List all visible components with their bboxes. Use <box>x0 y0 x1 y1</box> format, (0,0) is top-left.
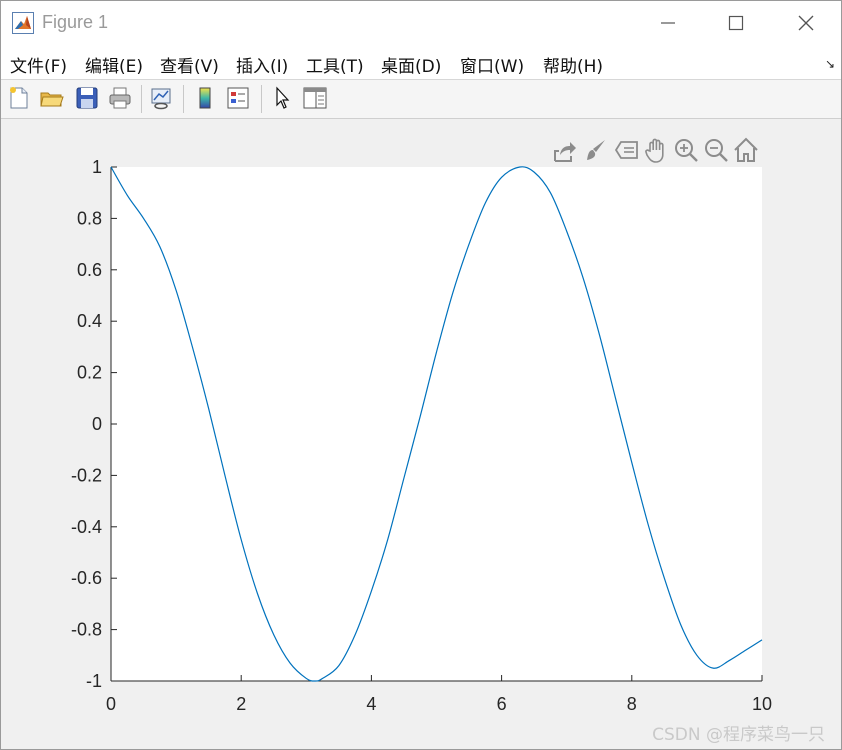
y-tick-label: -0.2 <box>71 465 102 485</box>
x-tick-label: 0 <box>106 694 116 714</box>
y-tick-label: 0.2 <box>77 363 102 383</box>
line-chart: 0 2 4 6 8 10 1 0.8 0.6 0.4 0.2 0 -0.2 -0.4 -0.6 -0.8 -1 <box>71 157 772 714</box>
y-tick-label: 0.4 <box>77 311 102 331</box>
y-tick-label: -1 <box>86 671 102 691</box>
plot-area <box>111 167 762 681</box>
x-tick-label: 8 <box>627 694 637 714</box>
y-tick-label: 1 <box>92 157 102 177</box>
x-tick-label: 2 <box>236 694 246 714</box>
y-tick-label: 0 <box>92 414 102 434</box>
y-tick-label: -0.6 <box>71 568 102 588</box>
figure-window: Figure 1 文件(F) 编辑(E) 查看(V) 插入(I) 工具(T) 桌… <box>0 0 842 750</box>
y-tick-label: 0.8 <box>77 208 102 228</box>
x-tick-label: 4 <box>366 694 376 714</box>
watermark: CSDN @程序菜鸟一只 <box>652 725 825 745</box>
y-tick-label: -0.4 <box>71 517 102 537</box>
y-tick-label: 0.6 <box>77 260 102 280</box>
x-tick-label: 6 <box>497 694 507 714</box>
x-tick-label: 10 <box>752 694 772 714</box>
y-tick-label: -0.8 <box>71 620 102 640</box>
